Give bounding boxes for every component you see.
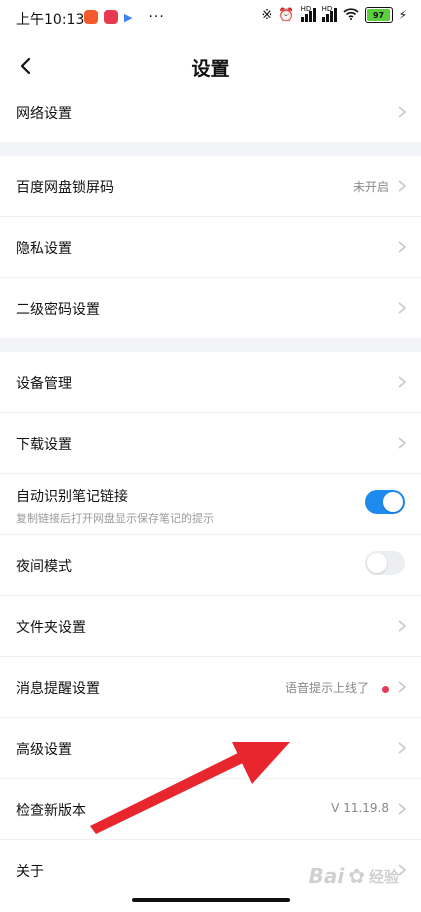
watermark: Bai ✿ 经验 <box>309 864 399 888</box>
settings-item-auto-detect-note-link: 自动识别笔记链接 复制链接后打开网盘显示保存笔记的提示 <box>0 474 421 535</box>
alarm-icon: ⏰ <box>278 7 295 23</box>
new-badge-dot <box>382 686 389 693</box>
page-title: 设置 <box>191 58 230 80</box>
home-indicator[interactable] <box>132 898 290 902</box>
charging-icon: ⚡ <box>398 8 407 22</box>
chevron-right-icon <box>398 803 407 815</box>
settings-item-label: 隐私设置 <box>16 241 72 257</box>
watermark-text: 经验 <box>368 867 399 886</box>
status-time: 上午10:13 <box>16 12 85 28</box>
auto-detect-note-link-toggle[interactable] <box>365 490 405 514</box>
chevron-right-icon <box>398 180 407 192</box>
settings-item-label: 关于 <box>16 864 44 880</box>
more-notifications-icon: ··· <box>148 9 165 25</box>
settings-item-label: 夜间模式 <box>16 559 72 575</box>
settings-item-label: 消息提醒设置 <box>16 681 100 697</box>
chevron-right-icon <box>398 742 407 754</box>
status-icons: ※ ⏰ HD HD 97 ⚡ <box>261 5 407 23</box>
settings-item-value: V 11.19.8 <box>331 801 389 815</box>
settings-item-label: 高级设置 <box>16 742 72 758</box>
wifi-icon <box>343 7 359 23</box>
app-notification-icon <box>84 10 98 24</box>
settings-item-label: 下载设置 <box>16 437 72 453</box>
settings-item-network[interactable]: 网络设置 <box>0 82 421 142</box>
settings-item-value: 未开启 <box>352 180 389 194</box>
group-divider <box>0 142 421 156</box>
settings-item-privacy[interactable]: 隐私设置 <box>0 217 421 278</box>
settings-item-check-update[interactable]: 检查新版本 V 11.19.8 <box>0 779 421 840</box>
settings-item-label: 设备管理 <box>16 376 72 392</box>
settings-item-advanced[interactable]: 高级设置 <box>0 718 421 779</box>
watermark-brand: Bai <box>308 864 345 888</box>
chevron-right-icon <box>398 106 407 118</box>
settings-item-lock-code[interactable]: 百度网盘锁屏码 未开启 <box>0 156 421 217</box>
status-bar: 上午10:13 ▶ ··· ※ ⏰ HD HD 97 ⚡ <box>0 0 421 36</box>
settings-item-label: 文件夹设置 <box>16 620 86 636</box>
bluetooth-icon: ※ <box>261 7 273 23</box>
settings-item-label: 二级密码设置 <box>16 302 100 318</box>
night-mode-toggle[interactable] <box>365 551 405 575</box>
settings-item-label: 网络设置 <box>16 106 72 122</box>
toggle-knob <box>383 492 403 512</box>
settings-item-secondary-password[interactable]: 二级密码设置 <box>0 278 421 338</box>
settings-item-label: 百度网盘锁屏码 <box>16 180 114 196</box>
battery-icon: 97 <box>364 7 393 23</box>
group-divider <box>0 338 421 352</box>
chevron-right-icon <box>398 620 407 632</box>
settings-item-label: 自动识别笔记链接 <box>16 489 128 505</box>
app-notification-icon <box>104 10 118 24</box>
settings-item-value: 语音提示上线了 <box>284 681 369 695</box>
settings-item-night-mode: 夜间模式 <box>0 535 421 596</box>
signal-icon: HD <box>300 5 316 22</box>
paw-icon: ✿ <box>348 864 365 888</box>
chevron-right-icon <box>398 681 407 693</box>
chevron-right-icon <box>398 437 407 449</box>
chevron-right-icon <box>398 302 407 314</box>
settings-item-label: 检查新版本 <box>16 803 86 819</box>
settings-item-description: 复制链接后打开网盘显示保存笔记的提示 <box>16 512 214 525</box>
settings-item-message-reminder[interactable]: 消息提醒设置 语音提示上线了 <box>0 657 421 718</box>
settings-list: 网络设置 百度网盘锁屏码 未开启 隐私设置 二级密码设置 设备管理 下载设置 自… <box>0 82 421 900</box>
signal-icon: HD <box>321 5 337 22</box>
settings-item-download[interactable]: 下载设置 <box>0 413 421 474</box>
settings-item-device-management[interactable]: 设备管理 <box>0 352 421 413</box>
play-icon: ▶ <box>124 10 133 24</box>
settings-item-folder[interactable]: 文件夹设置 <box>0 596 421 657</box>
chevron-right-icon <box>398 241 407 253</box>
chevron-right-icon <box>398 376 407 388</box>
notification-icons: ▶ ··· <box>84 9 165 25</box>
toggle-knob <box>367 553 387 573</box>
